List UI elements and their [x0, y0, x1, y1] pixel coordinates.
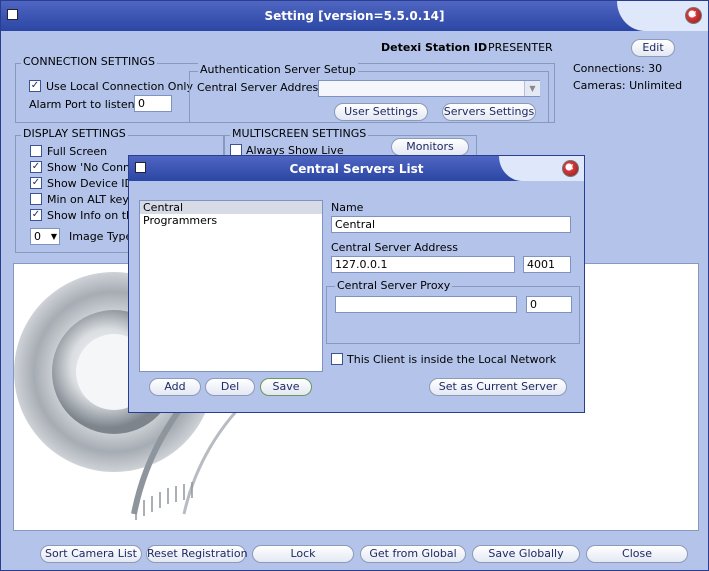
use-local-connection-label: Use Local Connection Only [46, 80, 193, 93]
connection-settings-title: CONNECTION SETTINGS [21, 55, 157, 68]
server-address-input[interactable]: 127.0.0.1 [331, 256, 515, 273]
proxy-address-input[interactable] [335, 296, 517, 313]
min-on-alt-checkbox[interactable] [30, 193, 42, 205]
title-bar[interactable]: Setting [version=5.5.0.14] ✕ [1, 1, 708, 31]
save-server-button[interactable]: Save [260, 378, 312, 396]
show-device-id-checkbox[interactable]: ✓ [30, 177, 42, 189]
user-settings-button[interactable]: User Settings [334, 103, 428, 121]
proxy-port-input[interactable]: 0 [526, 296, 572, 313]
station-id-value: PRESENTER [488, 41, 553, 54]
show-no-connection-label: Show 'No Conne [47, 161, 137, 174]
show-info-label: Show Info on the [47, 209, 140, 222]
cameras-count: Cameras: Unlimited [573, 79, 683, 92]
monitors-button[interactable]: Monitors [391, 138, 469, 156]
dialog-title-bar[interactable]: Central Servers List ✕ [129, 156, 584, 181]
multiscreen-settings-title: MULTISCREEN SETTINGS [230, 127, 369, 140]
set-current-server-button[interactable]: Set as Current Server [429, 378, 567, 396]
show-no-connection-checkbox[interactable]: ✓ [30, 161, 42, 173]
window-title: Setting [version=5.5.0.14] [264, 9, 445, 23]
servers-settings-button[interactable]: Servers Settings [442, 103, 536, 121]
image-type-label: Image Type [69, 230, 133, 243]
proxy-group [326, 286, 580, 344]
image-type-select[interactable]: 0 ▼ [30, 228, 60, 245]
use-local-connection-checkbox[interactable]: ✓ [29, 80, 41, 92]
lock-button[interactable]: Lock [252, 545, 354, 563]
servers-listbox[interactable]: Central Programmers [139, 200, 323, 372]
station-id-label: Detexi Station ID [381, 41, 488, 54]
local-network-label: This Client is inside the Local Network [347, 353, 557, 366]
auth-server-title: Authentication Server Setup [198, 63, 358, 76]
central-server-address-select[interactable] [318, 80, 540, 97]
image-type-value: 0 [34, 230, 41, 243]
server-address-label: Central Server Address [331, 241, 458, 254]
show-device-id-label: Show Device ID [47, 177, 134, 190]
server-port-input[interactable]: 4001 [523, 256, 571, 273]
list-item[interactable]: Central [140, 201, 322, 214]
chevron-down-icon[interactable]: ▼ [524, 81, 540, 96]
reset-registration-button[interactable]: Reset Registration [146, 545, 248, 563]
list-item[interactable]: Programmers [140, 214, 322, 227]
alarm-port-label: Alarm Port to listen [29, 98, 135, 111]
full-screen-label: Full Screen [47, 145, 108, 158]
alarm-port-input[interactable]: 0 [134, 95, 172, 112]
sort-camera-list-button[interactable]: Sort Camera List [40, 545, 142, 563]
add-server-button[interactable]: Add [149, 378, 201, 396]
central-server-address-label: Central Server Address [197, 81, 324, 94]
show-info-checkbox[interactable]: ✓ [30, 209, 42, 221]
get-from-global-button[interactable]: Get from Global [360, 545, 466, 563]
display-settings-title: DISPLAY SETTINGS [21, 127, 128, 140]
connections-count: Connections: 30 [573, 62, 663, 75]
min-on-alt-label: Min on ALT key [47, 193, 129, 206]
delete-server-button[interactable]: Del [205, 378, 255, 396]
save-globally-button[interactable]: Save Globally [472, 545, 580, 563]
proxy-title: Central Server Proxy [335, 279, 453, 292]
central-servers-dialog: Central Servers List ✕ Central Programme… [128, 155, 585, 413]
window-close-icon[interactable]: ✕ [685, 7, 702, 24]
server-name-label: Name [331, 201, 364, 214]
close-button[interactable]: Close [586, 545, 688, 563]
local-network-checkbox[interactable] [331, 353, 343, 365]
edit-button[interactable]: Edit [631, 39, 675, 57]
dialog-close-icon[interactable]: ✕ [562, 160, 579, 177]
full-screen-checkbox[interactable] [30, 145, 42, 157]
chevron-down-icon[interactable]: ▼ [51, 229, 57, 244]
server-name-input[interactable]: Central [331, 216, 571, 233]
